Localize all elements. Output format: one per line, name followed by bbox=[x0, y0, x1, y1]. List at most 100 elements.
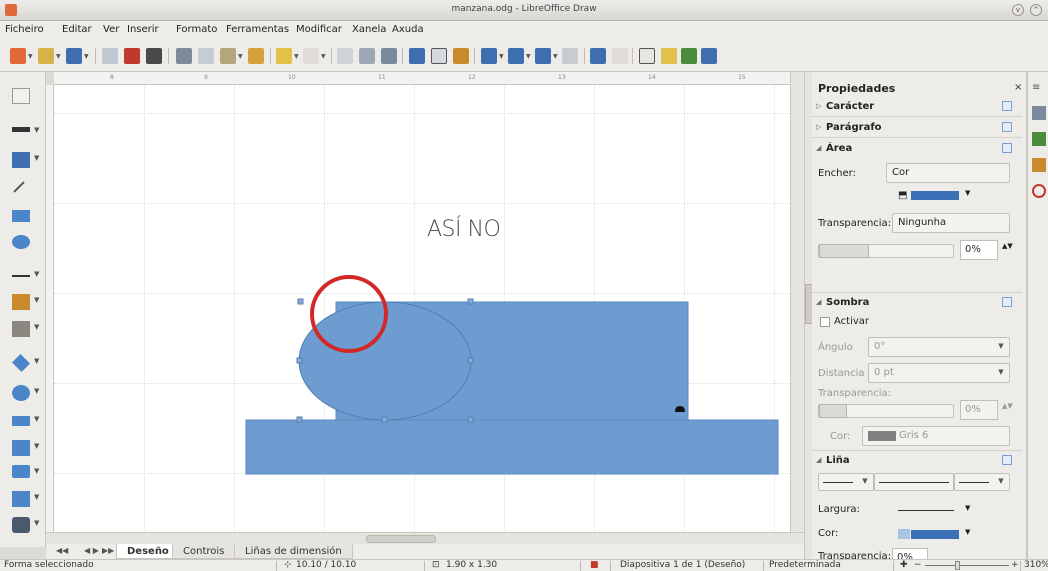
line-style-select[interactable] bbox=[874, 473, 954, 491]
stars-icon[interactable] bbox=[12, 491, 30, 507]
selection-handle[interactable] bbox=[467, 357, 474, 364]
zoom-icon[interactable] bbox=[381, 48, 397, 64]
menu-ferramentas[interactable]: Ferramentas bbox=[226, 24, 289, 35]
callouts-dropdown-icon[interactable]: ▼ bbox=[34, 467, 39, 475]
flowchart-dropdown-icon[interactable]: ▼ bbox=[34, 442, 39, 450]
rotate-dropdown-icon[interactable]: ▼ bbox=[499, 53, 504, 60]
fill-color-dropdown-icon[interactable]: ▼ bbox=[965, 189, 970, 197]
selection-handle[interactable] bbox=[296, 416, 303, 423]
fill-color-dropdown-icon[interactable]: ▼ bbox=[34, 154, 39, 162]
line-start-style-select[interactable]: ▼ bbox=[818, 473, 874, 491]
paste-dropdown-icon[interactable]: ▼ bbox=[238, 53, 243, 60]
shadow-transparency-slider[interactable] bbox=[818, 404, 954, 418]
rectangle-tool-icon[interactable] bbox=[12, 210, 30, 222]
deck-menu-icon[interactable]: ≡ bbox=[1032, 82, 1046, 96]
chevron-down-icon[interactable]: ▼ bbox=[965, 504, 970, 512]
fill-color-icon[interactable] bbox=[12, 152, 30, 168]
spin-arrows-icon[interactable]: ▲▼ bbox=[1002, 242, 1013, 250]
sidebar-splitter[interactable] bbox=[804, 72, 813, 559]
block-arrows-dropdown-icon[interactable]: ▼ bbox=[34, 415, 39, 423]
clone-formatting-icon[interactable] bbox=[248, 48, 264, 64]
section-line[interactable]: ◢ Liña bbox=[812, 450, 1022, 470]
close-icon[interactable]: × bbox=[1014, 82, 1022, 93]
save-dropdown-icon[interactable]: ▼ bbox=[84, 53, 89, 60]
curve-dropdown-icon[interactable]: ▼ bbox=[34, 296, 39, 304]
gallery-deck-icon[interactable] bbox=[1032, 158, 1046, 172]
line-tool-icon[interactable] bbox=[13, 181, 25, 193]
section-character[interactable]: ▷ Carácter bbox=[812, 97, 1022, 117]
glue-points-icon[interactable] bbox=[661, 48, 677, 64]
export-icon[interactable] bbox=[102, 48, 118, 64]
menu-ficheiro[interactable]: Ficheiro bbox=[5, 24, 44, 35]
line-color-icon[interactable] bbox=[12, 127, 30, 132]
symbol-shapes-icon[interactable] bbox=[12, 385, 30, 401]
toggle-extrusion-icon[interactable] bbox=[681, 48, 697, 64]
section-shadow[interactable]: ◢ Sombra bbox=[812, 292, 1022, 312]
fontwork-icon[interactable] bbox=[453, 48, 469, 64]
line-width-preview[interactable] bbox=[898, 510, 954, 511]
chevron-down-icon[interactable]: ▼ bbox=[996, 368, 1006, 378]
zoom-level[interactable]: 310% bbox=[1024, 560, 1048, 570]
connector-dropdown-icon[interactable]: ▼ bbox=[34, 323, 39, 331]
more-options-icon[interactable] bbox=[1002, 143, 1012, 153]
shadow-color-select[interactable]: Gris 6 bbox=[862, 426, 1010, 446]
more-options-icon[interactable] bbox=[1002, 101, 1012, 111]
helplines-icon[interactable] bbox=[359, 48, 375, 64]
maximize-icon[interactable]: ^ bbox=[1030, 4, 1042, 16]
crop-icon[interactable] bbox=[612, 48, 628, 64]
more-options-icon[interactable] bbox=[1002, 455, 1012, 465]
redo-icon[interactable] bbox=[303, 48, 319, 64]
fit-page-icon[interactable]: ✚ bbox=[900, 560, 908, 570]
menu-axuda[interactable]: Axuda bbox=[392, 24, 424, 35]
horizontal-scrollbar[interactable] bbox=[46, 532, 804, 544]
undo-dropdown-icon[interactable]: ▼ bbox=[294, 53, 299, 60]
chevron-down-icon[interactable]: ▼ bbox=[860, 477, 870, 487]
master-page-name[interactable]: Predeterminada bbox=[769, 560, 841, 570]
align-dropdown-icon[interactable]: ▼ bbox=[526, 53, 531, 60]
fill-type-select[interactable]: Cor bbox=[886, 163, 1010, 183]
new-document-dropdown-icon[interactable]: ▼ bbox=[28, 53, 33, 60]
open-icon[interactable] bbox=[38, 48, 54, 64]
cut-icon[interactable] bbox=[176, 48, 192, 64]
callouts-icon[interactable] bbox=[12, 465, 30, 478]
menu-modificar[interactable]: Modificar bbox=[296, 24, 342, 35]
shadow-angle-select[interactable]: 0° ▼ bbox=[868, 337, 1010, 357]
first-tab-icon[interactable]: ◀◀ bbox=[56, 546, 68, 555]
vertical-scrollbar[interactable] bbox=[790, 72, 804, 532]
tab-linas-de-dimension[interactable]: Liñas de dimensión bbox=[234, 544, 353, 559]
chevron-down-icon[interactable]: ▼ bbox=[996, 477, 1006, 487]
distribute-icon[interactable] bbox=[562, 48, 578, 64]
zoom-in-icon[interactable]: + bbox=[1011, 560, 1019, 570]
properties-deck-icon[interactable] bbox=[1032, 106, 1046, 120]
shadow-enable-checkbox[interactable] bbox=[820, 317, 830, 327]
document-modified-icon[interactable]: ■ bbox=[590, 560, 599, 570]
minimize-icon[interactable]: v bbox=[1012, 4, 1024, 16]
zoom-slider[interactable] bbox=[925, 565, 1009, 566]
3d-objects-icon[interactable] bbox=[12, 517, 30, 533]
redo-dropdown-icon[interactable]: ▼ bbox=[321, 53, 326, 60]
transparency-percent[interactable]: 0% bbox=[960, 240, 998, 260]
tab-deseno[interactable]: Deseño bbox=[116, 544, 180, 559]
basic-shapes-dropdown-icon[interactable]: ▼ bbox=[34, 357, 39, 365]
zoom-out-icon[interactable]: − bbox=[914, 560, 922, 570]
undo-icon[interactable] bbox=[276, 48, 292, 64]
rotate-icon[interactable] bbox=[481, 48, 497, 64]
section-paragraph[interactable]: ▷ Parágrafo bbox=[812, 118, 1022, 138]
lines-arrows-icon[interactable] bbox=[12, 275, 30, 277]
selection-handle[interactable] bbox=[467, 298, 474, 305]
transparency-slider[interactable] bbox=[818, 244, 954, 258]
copy-icon[interactable] bbox=[198, 48, 214, 64]
save-icon[interactable] bbox=[66, 48, 82, 64]
stars-dropdown-icon[interactable]: ▼ bbox=[34, 493, 39, 501]
line-transparency-percent[interactable]: 0% bbox=[892, 548, 928, 559]
arrange-dropdown-icon[interactable]: ▼ bbox=[553, 53, 558, 60]
more-options-icon[interactable] bbox=[1002, 122, 1012, 132]
transparency-select[interactable]: Ningunha bbox=[892, 213, 1010, 233]
3d-objects-dropdown-icon[interactable]: ▼ bbox=[34, 519, 39, 527]
menu-xanela[interactable]: Xanela bbox=[352, 24, 386, 35]
last-tab-icon[interactable]: ▶▶ bbox=[102, 546, 114, 555]
text-box-icon[interactable] bbox=[431, 48, 447, 64]
section-area[interactable]: ◢ Área bbox=[812, 139, 1022, 159]
menu-inserir[interactable]: Inserir bbox=[127, 24, 159, 35]
selection-handle[interactable] bbox=[296, 357, 303, 364]
